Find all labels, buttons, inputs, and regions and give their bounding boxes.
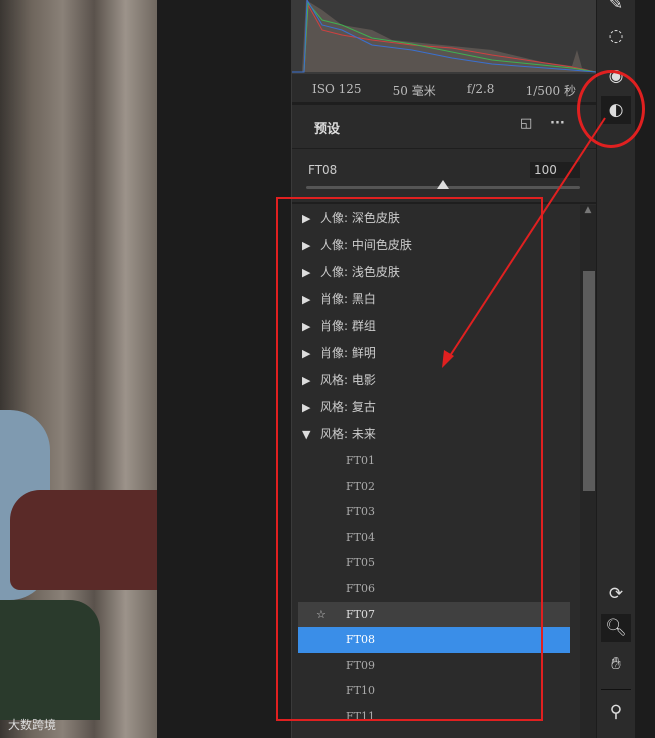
preset-group[interactable]: ▶ 肖像: 鲜明 bbox=[292, 340, 578, 367]
divider bbox=[292, 148, 596, 149]
healing-brush-icon[interactable]: ✎ bbox=[601, 0, 631, 18]
chevron-right-icon[interactable]: ▶ bbox=[302, 232, 320, 259]
preset-group[interactable]: ▶ 人像: 深色皮肤 bbox=[292, 205, 578, 232]
preset-item[interactable]: FT04 bbox=[298, 525, 570, 551]
preset-group[interactable]: ▶ 肖像: 群组 bbox=[292, 313, 578, 340]
preset-group-label: 肖像: 群组 bbox=[320, 319, 376, 333]
chevron-right-icon[interactable]: ▶ bbox=[302, 394, 320, 421]
current-preset-name: FT08 bbox=[308, 163, 338, 177]
histogram bbox=[292, 0, 596, 74]
preset-group-label: 人像: 浅色皮肤 bbox=[320, 265, 400, 279]
exif-shutter: 1/500 秒 bbox=[525, 84, 576, 98]
divider bbox=[292, 102, 596, 105]
preset-item[interactable]: FT11 bbox=[298, 704, 570, 730]
photo-canvas[interactable]: 大数跨境 bbox=[0, 0, 157, 738]
preset-item-label: FT08 bbox=[346, 633, 375, 647]
chevron-down-icon[interactable]: ▼ bbox=[302, 421, 320, 448]
photo-seat bbox=[10, 490, 157, 590]
eyedropper-icon[interactable]: ⚲ bbox=[601, 698, 631, 726]
preset-group-label: 风格: 复古 bbox=[320, 400, 376, 414]
preset-group-label: 人像: 深色皮肤 bbox=[320, 211, 400, 225]
preset-item[interactable]: FT08 bbox=[298, 627, 570, 653]
amount-input[interactable]: 100 bbox=[530, 162, 580, 178]
amount-slider[interactable] bbox=[306, 180, 580, 189]
preset-group[interactable]: ▶ 人像: 浅色皮肤 bbox=[292, 259, 578, 286]
chevron-right-icon[interactable]: ▶ bbox=[302, 367, 320, 394]
scrollbar[interactable]: ▲ bbox=[580, 205, 596, 738]
watermark: 大数跨境 bbox=[8, 718, 57, 732]
preset-item-label: FT04 bbox=[346, 530, 375, 544]
preset-item-label: FT05 bbox=[346, 556, 375, 570]
tool-strip: ✎ ◌ ◉ ◐ ⟳ 🔍︎ ✋︎ ⚲ bbox=[597, 0, 635, 738]
preset-group[interactable]: ▶ 人像: 中间色皮肤 bbox=[292, 232, 578, 259]
new-preset-icon[interactable]: ◱ bbox=[520, 116, 532, 131]
divider bbox=[292, 202, 596, 204]
exif-info: ISO 125 50 毫米 f/2.8 1/500 秒 bbox=[312, 82, 576, 99]
preset-item[interactable]: FT02 bbox=[298, 474, 570, 500]
preset-group[interactable]: ▶ 风格: 复古 bbox=[292, 394, 578, 421]
preset-group[interactable]: ▶ 风格: 电影 bbox=[292, 367, 578, 394]
exif-iso: ISO 125 bbox=[312, 82, 362, 96]
preset-item-label: FT03 bbox=[346, 505, 375, 519]
chevron-right-icon[interactable]: ▶ bbox=[302, 340, 320, 367]
divider bbox=[601, 689, 631, 690]
chevron-right-icon[interactable]: ▶ bbox=[302, 259, 320, 286]
exif-focal: 50 毫米 bbox=[392, 84, 436, 98]
preset-item-label: FT07 bbox=[346, 607, 375, 621]
preset-item[interactable]: FT10 bbox=[298, 678, 570, 704]
preset-group-label: 风格: 未来 bbox=[320, 427, 376, 441]
preset-list: ▶ 人像: 深色皮肤 ▶ 人像: 中间色皮肤 ▶ 人像: 浅色皮肤 ▶ 肖像: 黑白 ▶ 肖像: … bbox=[292, 205, 578, 738]
preset-group[interactable]: ▼ 风格: 未来 bbox=[292, 421, 578, 448]
star-icon[interactable]: ☆ bbox=[316, 602, 326, 628]
preset-item-label: FT09 bbox=[346, 658, 375, 672]
preset-item[interactable]: FT03 bbox=[298, 499, 570, 525]
chevron-right-icon[interactable]: ▶ bbox=[302, 205, 320, 232]
preset-item[interactable]: FT09 bbox=[298, 653, 570, 679]
panel-title: 预设 bbox=[314, 122, 341, 137]
presets-icon[interactable]: ◐ bbox=[601, 96, 631, 124]
more-options-icon[interactable]: ··· bbox=[550, 116, 565, 131]
rotate-icon[interactable]: ⟳ bbox=[601, 580, 631, 608]
zoom-icon[interactable]: 🔍︎ bbox=[601, 614, 631, 642]
preset-item-label: FT10 bbox=[346, 684, 375, 698]
preset-item[interactable]: FT05 bbox=[298, 550, 570, 576]
preset-item-label: FT02 bbox=[346, 479, 375, 493]
presets-panel: ISO 125 50 毫米 f/2.8 1/500 秒 预设 ◱ ··· FT0… bbox=[291, 0, 596, 738]
preset-group[interactable]: ▶ 肖像: 黑白 bbox=[292, 286, 578, 313]
hand-icon[interactable]: ✋︎ bbox=[601, 650, 631, 678]
mask-icon[interactable]: ◌ bbox=[601, 22, 631, 50]
preset-group-label: 风格: 电影 bbox=[320, 373, 376, 387]
preset-group-label: 肖像: 鲜明 bbox=[320, 346, 376, 360]
preset-item[interactable]: FT06 bbox=[298, 576, 570, 602]
scrollbar-thumb[interactable] bbox=[583, 271, 595, 491]
preset-group-label: 肖像: 黑白 bbox=[320, 292, 376, 306]
preset-item-label: FT06 bbox=[346, 581, 375, 595]
photo-tank bbox=[0, 600, 100, 720]
preset-item[interactable]: ☆ FT07 bbox=[298, 601, 570, 628]
preset-group-label: 人像: 中间色皮肤 bbox=[320, 238, 412, 252]
red-eye-icon[interactable]: ◉ bbox=[601, 62, 631, 90]
chevron-right-icon[interactable]: ▶ bbox=[302, 313, 320, 340]
preset-item-label: FT11 bbox=[346, 709, 375, 723]
slider-thumb[interactable] bbox=[437, 180, 449, 189]
preset-item[interactable]: FT01 bbox=[298, 448, 570, 474]
preset-item-label: FT01 bbox=[346, 454, 375, 467]
exif-aperture: f/2.8 bbox=[466, 82, 495, 96]
chevron-right-icon[interactable]: ▶ bbox=[302, 286, 320, 313]
